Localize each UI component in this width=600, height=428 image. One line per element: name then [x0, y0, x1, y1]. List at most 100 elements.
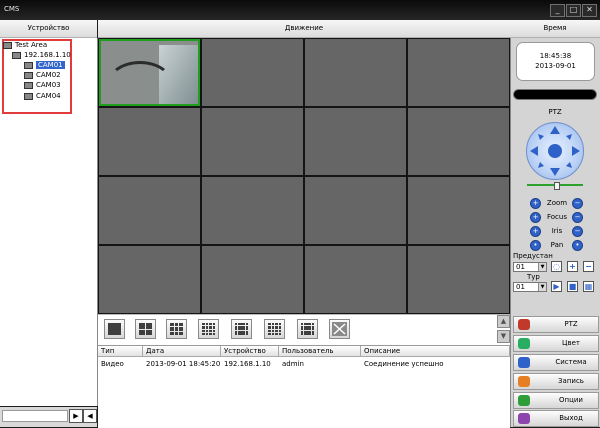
tree-camera-cam04[interactable]: CAM04: [24, 92, 61, 100]
motion-header: Движение: [98, 20, 510, 38]
log-col-type[interactable]: Тип: [98, 346, 143, 357]
video-channel-7[interactable]: [305, 108, 406, 175]
menu-system-label: Система: [555, 358, 587, 366]
exit-icon: [518, 413, 530, 424]
close-icon[interactable]: ✕: [582, 4, 597, 17]
time-header: Время: [510, 20, 600, 38]
record-icon: [518, 376, 530, 387]
focus-out-icon[interactable]: −: [572, 212, 583, 223]
pan-label: Pan: [550, 241, 564, 249]
log-col-device[interactable]: Устройство: [221, 346, 279, 357]
video-channel-1[interactable]: [99, 39, 200, 106]
tour-grid-icon[interactable]: ▦: [583, 281, 594, 292]
video-channel-13[interactable]: [99, 246, 200, 313]
camera-icon: [24, 61, 33, 69]
camera-icon: [24, 71, 33, 79]
camera-icon: [24, 92, 33, 100]
log-col-description[interactable]: Описание: [361, 346, 510, 357]
layout-6x6-button[interactable]: [264, 319, 285, 339]
ptz-icon: [518, 319, 530, 330]
video-channel-11[interactable]: [305, 177, 406, 244]
tree-device[interactable]: 192.168.1.10: [12, 51, 71, 59]
log-col-date[interactable]: Дата: [143, 346, 221, 357]
tree-camera-cam01[interactable]: CAM01: [24, 61, 65, 69]
color-icon: [518, 338, 530, 349]
video-channel-8[interactable]: [408, 108, 509, 175]
camera-icon: [24, 81, 33, 89]
tour-stop-icon[interactable]: ■: [567, 281, 578, 292]
ptz-pan-row: • Pan •: [530, 240, 584, 251]
video-channel-14[interactable]: [202, 246, 303, 313]
devices-header: Устройство: [0, 20, 97, 38]
video-channel-9[interactable]: [99, 177, 200, 244]
clock-date: 2013-09-01: [535, 62, 576, 70]
preset-goto-icon[interactable]: ◌: [551, 261, 562, 272]
chevron-down-icon: ▼: [538, 263, 546, 271]
scroll-right-icon[interactable]: ▶: [69, 409, 83, 423]
scroll-left-icon[interactable]: ◀: [83, 409, 97, 423]
menu-options-label: Опции: [559, 396, 583, 404]
tree-camera-cam03[interactable]: CAM03: [24, 81, 61, 89]
log-cell-device: 192.168.1.10: [224, 360, 271, 368]
layout-4x4-button[interactable]: [198, 319, 219, 339]
ptz-iris-row: + Iris −: [530, 226, 584, 237]
video-channel-6[interactable]: [202, 108, 303, 175]
menu-options-button[interactable]: Опции: [513, 392, 599, 409]
video-channel-10[interactable]: [202, 177, 303, 244]
ptz-direction-pad[interactable]: [526, 122, 584, 180]
preset-select[interactable]: 01 ▼: [513, 262, 547, 272]
video-channel-3[interactable]: [305, 39, 406, 106]
zoom-out-icon[interactable]: −: [572, 198, 583, 209]
layout-2x2-button[interactable]: [135, 319, 156, 339]
fullscreen-icon: [332, 322, 347, 336]
menu-record-label: Запись: [558, 377, 584, 385]
video-channel-4[interactable]: [408, 39, 509, 106]
menu-system-button[interactable]: Система: [513, 354, 599, 371]
horizontal-scrollbar[interactable]: [2, 410, 68, 422]
zoom-in-icon[interactable]: +: [530, 198, 541, 209]
menu-exit-button[interactable]: Выход: [513, 410, 599, 427]
preset-add-icon[interactable]: +: [567, 261, 578, 272]
menu-ptz-button[interactable]: PTZ: [513, 316, 599, 333]
window-title: CMS: [4, 5, 20, 13]
clock-display: 18:45:38 2013-09-01: [516, 42, 595, 81]
scroll-up-icon[interactable]: ▲: [497, 315, 510, 328]
focus-in-icon[interactable]: +: [530, 212, 541, 223]
video-channel-15[interactable]: [305, 246, 406, 313]
layout-3x3-icon: [170, 323, 183, 335]
menu-color-button[interactable]: Цвет: [513, 335, 599, 352]
tour-value: 01: [516, 283, 525, 291]
pan-start-icon[interactable]: •: [530, 240, 541, 251]
preset-remove-icon[interactable]: −: [583, 261, 594, 272]
pan-stop-icon[interactable]: •: [572, 240, 583, 251]
layout-3x3-button[interactable]: [166, 319, 187, 339]
menu-record-button[interactable]: Запись: [513, 373, 599, 390]
iris-open-icon[interactable]: +: [530, 226, 541, 237]
video-channel-16[interactable]: [408, 246, 509, 313]
video-channel-12[interactable]: [408, 177, 509, 244]
layout-5x5-button[interactable]: [231, 319, 252, 339]
scroll-down-icon[interactable]: ▼: [497, 330, 510, 343]
layout-6x6-icon: [268, 323, 281, 335]
layout-2x2-icon: [139, 323, 152, 335]
camera-feed-detail: [107, 61, 173, 104]
ptz-center-button[interactable]: [546, 142, 564, 160]
tour-select[interactable]: 01 ▼: [513, 282, 547, 292]
event-log-table: Тип Дата Устройство Пользователь Описани…: [98, 345, 510, 428]
video-channel-2[interactable]: [202, 39, 303, 106]
tree-camera-cam02[interactable]: CAM02: [24, 71, 61, 79]
tour-play-icon[interactable]: ▶: [551, 281, 562, 292]
log-cell-date: 2013-09-01 18:45:20: [146, 360, 221, 368]
minimize-icon[interactable]: _: [550, 4, 565, 17]
layout-1x1-button[interactable]: [104, 319, 125, 339]
layout-8x8-button[interactable]: [297, 319, 318, 339]
preset-label: Предустан: [513, 252, 553, 260]
ptz-zoom-row: + Zoom −: [530, 198, 584, 209]
ptz-speed-handle[interactable]: [554, 182, 560, 190]
tree-root[interactable]: Test Area: [3, 41, 47, 49]
maximize-icon[interactable]: □: [566, 4, 581, 17]
fullscreen-button[interactable]: [329, 319, 350, 339]
log-col-user[interactable]: Пользователь: [279, 346, 361, 357]
iris-close-icon[interactable]: −: [572, 226, 583, 237]
video-channel-5[interactable]: [99, 108, 200, 175]
